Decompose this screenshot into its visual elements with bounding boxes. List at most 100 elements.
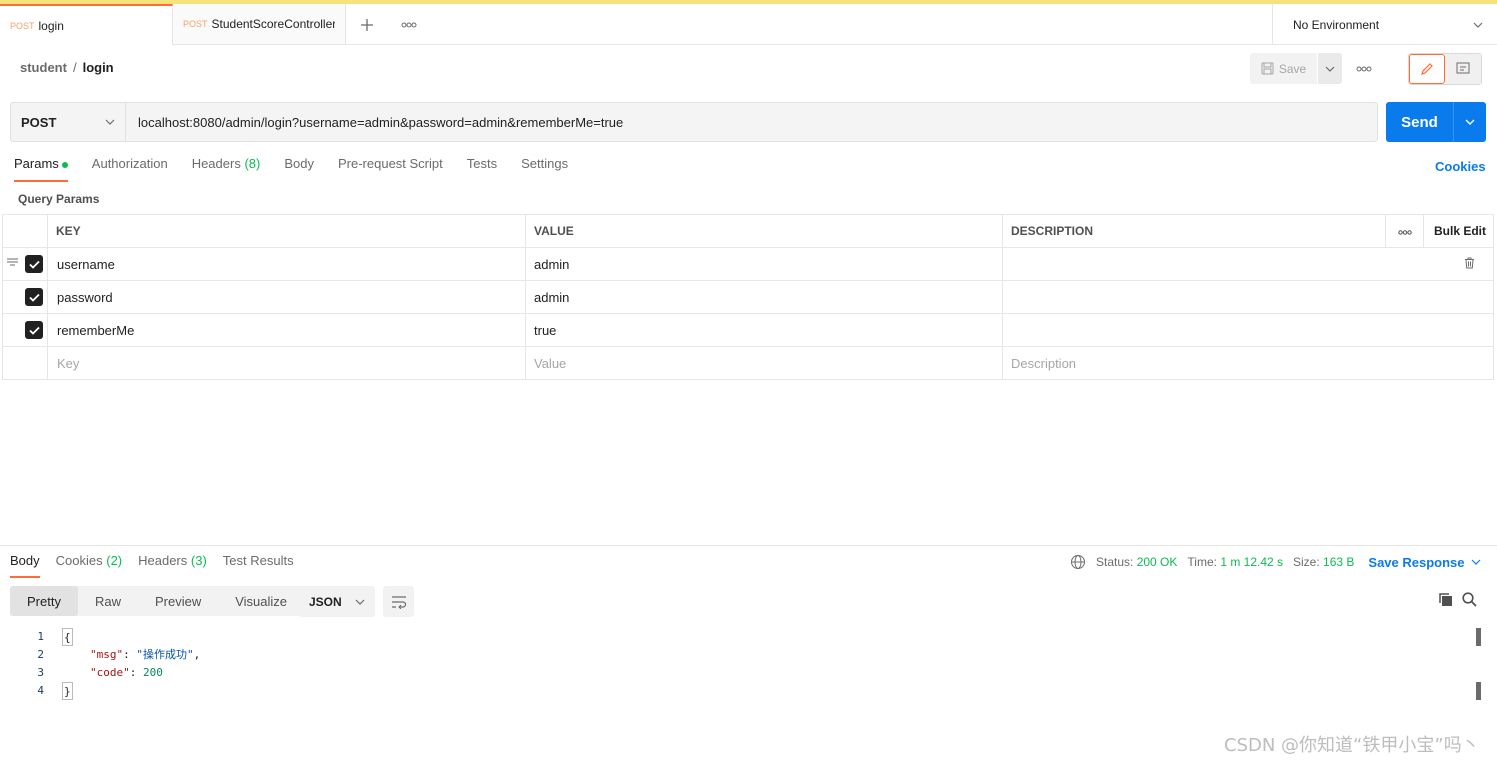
bulk-edit-button[interactable]: Bulk Edit (1423, 214, 1494, 248)
url-bar: POST localhost:8080/admin/login?username… (10, 102, 1378, 142)
query-params-label: Query Params (18, 192, 100, 206)
json-key: "msg" (90, 648, 124, 661)
tab-params[interactable]: Params (14, 156, 68, 182)
tab-response-headers[interactable]: Headers (3) (138, 553, 207, 578)
response-tabs: Body Cookies (2) Headers (3) Test Result… (10, 553, 294, 578)
param-description[interactable] (1002, 313, 1494, 347)
status-value: 200 OK (1136, 555, 1178, 569)
view-pretty[interactable]: Pretty (10, 586, 78, 616)
param-key[interactable]: rememberMe (47, 313, 526, 347)
tab-authorization[interactable]: Authorization (92, 156, 168, 182)
json-string: "操作成功" (136, 648, 194, 661)
url-input[interactable]: localhost:8080/admin/login?username=admi… (126, 103, 1377, 141)
save-response-label: Save Response (1368, 554, 1465, 570)
response-view-modes: Pretty Raw Preview Visualize (10, 586, 305, 616)
scrollbar-marker[interactable] (1476, 682, 1481, 700)
new-key-input[interactable]: Key (47, 346, 526, 380)
param-description[interactable] (1002, 280, 1494, 314)
delete-row-icon[interactable] (1464, 257, 1475, 272)
save-options-dropdown[interactable] (1318, 53, 1342, 84)
param-description[interactable] (1002, 247, 1494, 281)
method-select[interactable]: POST (11, 103, 126, 141)
tab-tests[interactable]: Tests (467, 156, 497, 182)
time-info[interactable]: Time: 1 m 12.42 s (1187, 555, 1283, 569)
row-check-cell (2, 247, 48, 281)
code-line: 4} (20, 682, 200, 700)
scrollbar-marker[interactable] (1476, 628, 1481, 646)
size-label: Size: (1293, 555, 1320, 569)
cookies-link[interactable]: Cookies (1435, 159, 1486, 174)
save-label: Save (1278, 61, 1307, 76)
tab-response-headers-label: Headers (138, 553, 188, 568)
line-number: 1 (37, 630, 44, 643)
tab-pre-request-script[interactable]: Pre-request Script (338, 156, 443, 182)
wrap-lines-icon[interactable] (383, 586, 414, 617)
json-number: 200 (143, 666, 163, 679)
pane-divider[interactable] (0, 545, 1497, 546)
chevron-down-icon (1325, 66, 1335, 72)
tab-body[interactable]: Body (284, 156, 314, 182)
request-more-icon[interactable] (1356, 60, 1372, 75)
copy-icon[interactable] (1438, 592, 1453, 610)
header-value: VALUE (525, 214, 1003, 248)
param-value[interactable]: admin (525, 247, 1003, 281)
param-value[interactable]: true (525, 313, 1003, 347)
tab-response-cookies[interactable]: Cookies (2) (56, 553, 122, 578)
request-section-tabs: Params Authorization Headers (8) Body Pr… (14, 156, 568, 182)
view-raw[interactable]: Raw (78, 586, 138, 616)
save-button[interactable]: Save (1250, 53, 1317, 84)
send-options-dropdown[interactable] (1453, 102, 1486, 142)
search-icon[interactable] (1462, 592, 1477, 610)
headers-count: (8) (244, 156, 261, 171)
tab-student-score-controller[interactable]: POST StudentScoreController (173, 4, 346, 45)
code-line: 2 "msg": "操作成功", (20, 646, 200, 664)
line-number: 4 (37, 684, 44, 697)
table-header-row: KEY VALUE DESCRIPTION Bulk Edit (2, 214, 1494, 248)
method-label: POST (21, 114, 57, 130)
view-preview[interactable]: Preview (138, 586, 218, 616)
row-checkbox[interactable] (25, 321, 43, 339)
status-label: Status: (1096, 555, 1134, 569)
tab-headers-label: Headers (191, 156, 241, 171)
save-icon (1261, 62, 1274, 75)
globe-icon[interactable] (1070, 554, 1086, 570)
view-visualize[interactable]: Visualize (218, 586, 304, 616)
params-active-dot (61, 161, 68, 168)
format-select[interactable]: JSON (299, 586, 375, 617)
tab-test-results[interactable]: Test Results (223, 553, 294, 578)
tab-headers[interactable]: Headers (8) (192, 156, 261, 182)
size-info[interactable]: Size: 163 B (1293, 555, 1354, 569)
drag-handle-icon[interactable] (7, 257, 18, 269)
tab-title: StudentScoreController (211, 17, 335, 31)
edit-pencil-icon[interactable] (1409, 54, 1445, 84)
row-checkbox[interactable] (25, 255, 43, 273)
param-key[interactable]: username (47, 247, 526, 281)
new-description-input[interactable]: Description (1002, 346, 1494, 380)
save-response-button[interactable]: Save Response (1368, 555, 1480, 570)
breadcrumb-request[interactable]: login (83, 60, 114, 75)
environment-selector[interactable]: No Environment (1272, 4, 1497, 45)
new-value-input[interactable]: Value (525, 346, 1003, 380)
column-options-icon[interactable] (1385, 214, 1424, 248)
more-tabs-icon[interactable] (388, 4, 430, 45)
tab-method: POST (10, 20, 35, 31)
response-headers-count: (3) (190, 553, 207, 568)
breadcrumb-collection[interactable]: student (20, 60, 67, 75)
tab-params-label: Params (14, 156, 59, 171)
param-key[interactable]: password (47, 280, 526, 314)
tab-login[interactable]: POST login (0, 4, 173, 45)
tab-settings[interactable]: Settings (521, 156, 568, 182)
response-body-code[interactable]: 1{ 2 "msg": "操作成功", 3 "code": 200 4} (20, 628, 200, 700)
chevron-down-icon (105, 119, 115, 125)
tab-response-cookies-label: Cookies (55, 553, 103, 568)
table-row-new: Key Value Description (2, 346, 1494, 380)
comments-icon[interactable] (1445, 54, 1481, 84)
row-checkbox[interactable] (25, 288, 43, 306)
breadcrumb: student / login (20, 60, 114, 75)
table-row: username admin (2, 247, 1494, 281)
tab-response-body[interactable]: Body (10, 553, 40, 578)
param-value[interactable]: admin (525, 280, 1003, 314)
new-tab-plus-icon[interactable] (346, 4, 388, 45)
status-info[interactable]: Status: 200 OK (1096, 555, 1177, 569)
send-button[interactable]: Send (1386, 102, 1453, 142)
